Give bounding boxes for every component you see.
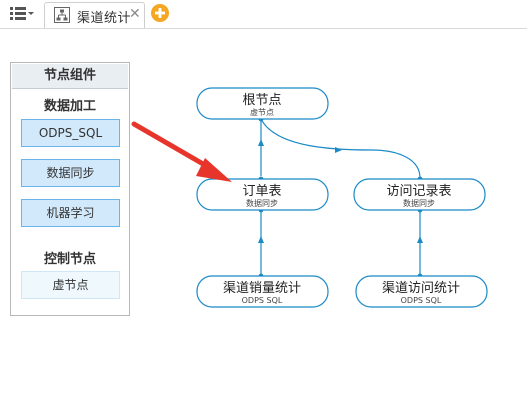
node-type: 数据同步 (246, 198, 278, 208)
component-machine-learning[interactable]: 机器学习 (21, 199, 120, 227)
flow-node-access[interactable]: 渠道访问统计 ODPS SQL (355, 275, 488, 308)
list-menu-icon[interactable] (9, 4, 35, 22)
component-odps-sql[interactable]: ODPS_SQL (21, 119, 120, 147)
node-name: 访问记录表 (386, 184, 451, 199)
component-data-sync[interactable]: 数据同步 (21, 159, 120, 187)
section-title-data-processing: 数据加工 (43, 99, 96, 114)
flow-node-root[interactable]: 根节点 虚节点 (196, 87, 329, 120)
node-type: ODPS SQL (242, 296, 283, 305)
flow-node-visit[interactable]: 访问记录表 数据同步 (353, 178, 486, 211)
flow-diagram-icon (54, 7, 70, 23)
node-type: 数据同步 (403, 198, 435, 208)
tab-label: 渠道统计 (77, 11, 132, 26)
flow-node-sales[interactable]: 渠道销量统计 ODPS SQL (196, 275, 329, 308)
edge-sales-arrow (258, 236, 264, 243)
tab-channel-stats[interactable]: 渠道统计 ✕ (44, 2, 145, 28)
node-type: ODPS SQL (401, 296, 442, 305)
edge-root-arrow (258, 139, 264, 146)
node-type: 虚节点 (250, 107, 274, 117)
close-icon[interactable]: ✕ (129, 6, 141, 22)
node-components-panel: 节点组件 数据加工 ODPS_SQL 数据同步 机器学习 控制节点 虚节点 (10, 62, 130, 316)
edge-visit-arrow (335, 147, 342, 153)
edge-access-arrow (417, 236, 423, 243)
edge-root-to-visit (260, 118, 421, 179)
component-virtual-node[interactable]: 虚节点 (21, 271, 120, 299)
panel-title: 节点组件 (12, 64, 128, 89)
node-name: 根节点 (242, 93, 281, 108)
section-title-control-nodes: 控制节点 (43, 252, 96, 267)
flow-node-order[interactable]: 订单表 数据同步 (196, 178, 329, 211)
node-name: 渠道访问统计 (382, 281, 460, 296)
node-name: 订单表 (242, 184, 281, 199)
tab-bar: 渠道统计 ✕ (0, 0, 527, 29)
red-annotation-arrow-icon (131, 121, 232, 182)
add-circle-icon[interactable] (151, 4, 169, 22)
node-name: 渠道销量统计 (223, 281, 301, 296)
